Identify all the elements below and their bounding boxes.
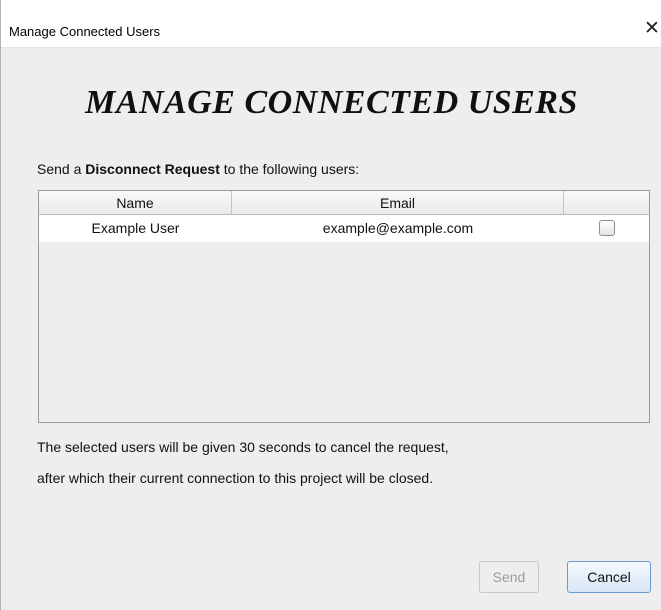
note-line-2: after which their current connection to … [37,470,434,486]
intro-suffix: to the following users: [219,161,360,177]
note-line-1: The selected users will be given 30 seco… [37,439,449,455]
title-bar[interactable]: Manage Connected Users ✕ [1,0,661,48]
column-header-select[interactable] [564,191,649,215]
window-title: Manage Connected Users [9,24,161,39]
column-header-email[interactable]: Email [232,191,564,215]
intro-bold: Disconnect Request [85,161,220,177]
page-title: MANAGE CONNECTED USERS [85,84,578,121]
dialog-window: Manage Connected Users ✕ MANAGE CONNECTE… [0,0,661,610]
intro-text: Send a Disconnect Request to the followi… [37,161,359,177]
column-header-name[interactable]: Name [39,191,232,215]
user-email-cell: example@example.com [322,220,474,236]
select-user-checkbox[interactable] [599,220,615,236]
table-header: Name Email [39,191,649,215]
close-icon[interactable]: ✕ [642,18,661,40]
users-table: Name Email Example User example@example.… [38,190,650,423]
intro-prefix: Send a [37,161,86,177]
users-panel: Send a Disconnect Request to the followi… [31,147,659,502]
send-button[interactable]: Send [479,561,539,593]
user-name-cell: Example User [91,220,180,236]
cancel-button[interactable]: Cancel [567,561,651,593]
table-row[interactable]: Example User example@example.com [39,215,649,242]
